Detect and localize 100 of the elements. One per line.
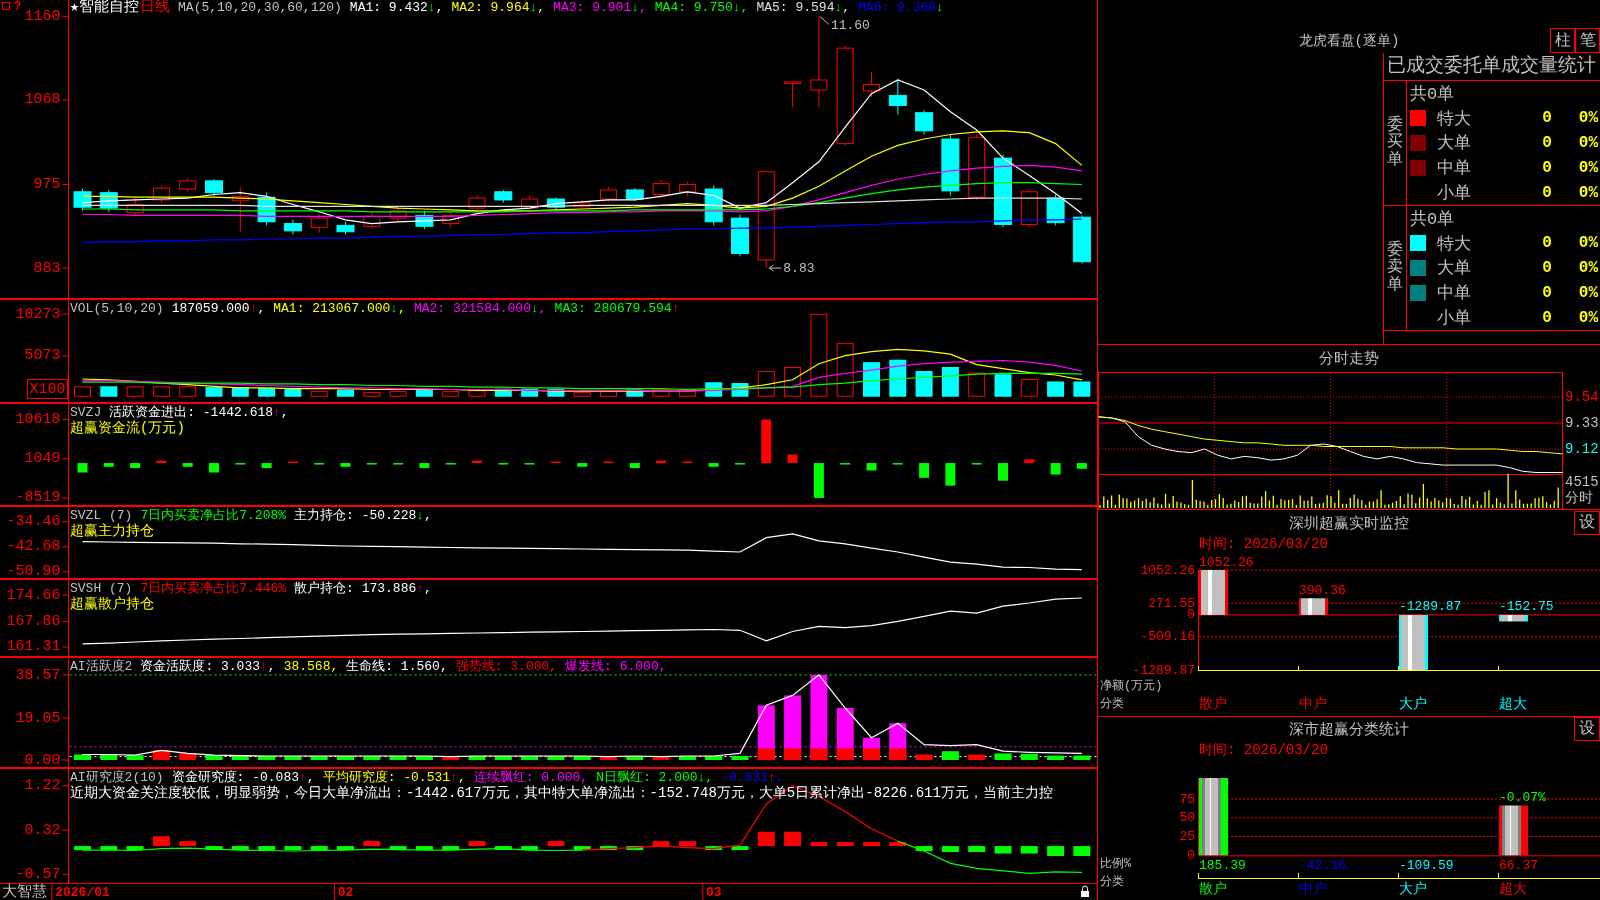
category-label: 大户 xyxy=(1399,881,1427,897)
ratio-value: -109.59 xyxy=(1399,857,1454,873)
order-count: 0 xyxy=(1542,283,1552,302)
order-count: 0 xyxy=(1542,259,1552,277)
chart-subtitle: 时间: 2026/03/20 xyxy=(1199,535,1328,553)
price-label: 11.60 xyxy=(830,17,870,33)
indicator-value: 资金活跃度: 3.033↑, xyxy=(140,659,276,674)
axis-label: 5073 xyxy=(24,347,61,365)
axis-title: 分类 xyxy=(1100,697,1124,711)
axis-label: 4515 xyxy=(1565,474,1599,490)
value-label: -1289.87 xyxy=(1399,599,1462,615)
indicator-value: MA3: 9.901↓, xyxy=(553,0,647,15)
indicator-value: MA4: 9.750↓, xyxy=(654,0,749,15)
indicator-name: AI研究度2(10) xyxy=(70,770,164,785)
indicator-value: -0.531↑, xyxy=(721,770,784,785)
order-percent: 0% xyxy=(1578,158,1599,177)
order-count: 0 xyxy=(1542,134,1552,152)
axis-label: 50 xyxy=(1179,810,1195,826)
order-type: 大单 xyxy=(1437,133,1472,155)
indicator-value: N日飘红: 2.000↓, xyxy=(596,770,714,785)
order-type: 小单 xyxy=(1437,308,1472,330)
value-label: 390.36 xyxy=(1299,582,1346,598)
date-label: 03 xyxy=(705,884,722,900)
indicator-value: MA1: 213067.000↓, xyxy=(273,301,406,316)
order-percent: 0% xyxy=(1578,183,1599,202)
axis-label: 10618 xyxy=(15,411,61,428)
indicator-value: 强势线: 3.000, xyxy=(455,659,558,674)
indicator-caption: 超赢主力持仓 xyxy=(70,523,154,539)
indicator-name: SVSH (7) xyxy=(70,581,133,596)
axis-label: 0 xyxy=(1187,607,1195,623)
order-percent: 0% xyxy=(1578,259,1599,277)
category-label: 大户 xyxy=(1399,696,1427,712)
indicator-value: MA1: 9.432↓, xyxy=(349,0,444,15)
axis-label: 174.66 xyxy=(6,586,61,604)
order-count: 0 xyxy=(1542,158,1552,177)
indicator-value: MA2: 321584.000↓, xyxy=(413,301,547,316)
axis-label: 9.54 xyxy=(1565,389,1599,405)
axis-title: 净额(万元) xyxy=(1100,679,1163,693)
group-label: 委买单 xyxy=(1387,116,1403,170)
order-percent: 0% xyxy=(1578,283,1599,302)
indicator-value: 生命线: 1.560, xyxy=(346,659,448,674)
category-label: 中户 xyxy=(1299,696,1327,712)
axis-label: -0.57 xyxy=(15,865,61,883)
indicator-value: 187059.000↑, xyxy=(171,301,266,316)
order-percent: 0% xyxy=(1578,234,1599,253)
indicator-value: 连续飘红: 0.000, xyxy=(473,770,589,785)
axis-label: -509.16 xyxy=(1140,629,1195,645)
axis-label: 1160 xyxy=(24,7,61,25)
indicator-caption: 超赢散户持仓 xyxy=(70,596,154,612)
order-type: 特大 xyxy=(1437,108,1472,130)
price-label: 8.83 xyxy=(783,260,815,276)
date-label: 02 xyxy=(337,884,354,900)
indicator-value: 7日内买卖净占比7.446% xyxy=(140,581,287,596)
category-label: 散户 xyxy=(1199,881,1227,897)
order-percent: 0% xyxy=(1578,308,1599,327)
order-count: 0 xyxy=(1542,308,1552,327)
indicator-value: 散户持仓: 173.886↑, xyxy=(294,581,432,596)
indicator-value: MA3: 280679.594↑ xyxy=(554,301,680,316)
indicator-value: 主力持仓: -50.228↓, xyxy=(294,508,432,523)
change-label: -0.07% xyxy=(1499,790,1546,805)
indicator-value: 资金研究度: -0.083↑, xyxy=(171,770,315,785)
indicator-name: SVZL (7) xyxy=(70,508,133,523)
axis-label: -34.46 xyxy=(6,513,61,531)
axis-label: 0.32 xyxy=(24,821,61,839)
category-label: 散户 xyxy=(1199,696,1227,712)
indicator-value: 7日内买卖净占比7.208% xyxy=(140,508,287,523)
axis-label: 0.00 xyxy=(24,751,61,768)
axis-label: 167.86 xyxy=(6,613,61,630)
axis-label: -8519 xyxy=(15,489,61,506)
value-label: -152.75 xyxy=(1499,599,1554,615)
order-total: 共0单 xyxy=(1410,83,1455,105)
axis-label: 1.22 xyxy=(24,777,61,795)
order-percent: 0% xyxy=(1578,134,1599,152)
order-type: 中单 xyxy=(1437,158,1472,180)
unit-label: X100 xyxy=(27,379,68,399)
axis-label: 161.31 xyxy=(6,638,61,656)
category-label: 超大 xyxy=(1499,696,1527,712)
indicator-name: VOL(5,10,20) xyxy=(70,301,164,316)
axis-label: -42.68 xyxy=(6,538,61,556)
axis-label: -1289.87 xyxy=(1132,662,1195,678)
axis-label: 9.12 xyxy=(1565,441,1599,457)
ratio-value: -42.16 xyxy=(1299,857,1346,873)
chart-title: 深圳超赢实时监控 xyxy=(1289,514,1409,533)
category-label: 中户 xyxy=(1299,881,1327,897)
date-label: 2026/01 xyxy=(55,884,110,900)
order-total: 共0单 xyxy=(1410,208,1455,230)
indicator-value: 38.568, xyxy=(283,659,339,674)
order-count: 0 xyxy=(1542,109,1552,128)
axis-label: 0 xyxy=(1187,847,1195,863)
order-type: 中单 xyxy=(1437,283,1472,305)
indicator-value: 平均研究度: -0.531↑, xyxy=(322,770,466,785)
axis-title: 比例% xyxy=(1100,857,1132,871)
ratio-value: 185.39 xyxy=(1199,857,1246,873)
chart-subtitle: 时间: 2026/03/20 xyxy=(1199,740,1328,759)
axis-label: 9.33 xyxy=(1565,415,1599,431)
indicator-value: 爆发线: 6.000, xyxy=(565,659,667,674)
indicator-value: MA6: 9.368↓ xyxy=(858,0,944,15)
axis-label: 10273 xyxy=(15,305,61,323)
group-label: 委卖单 xyxy=(1387,241,1403,295)
axis-label: 38.57 xyxy=(15,666,61,684)
